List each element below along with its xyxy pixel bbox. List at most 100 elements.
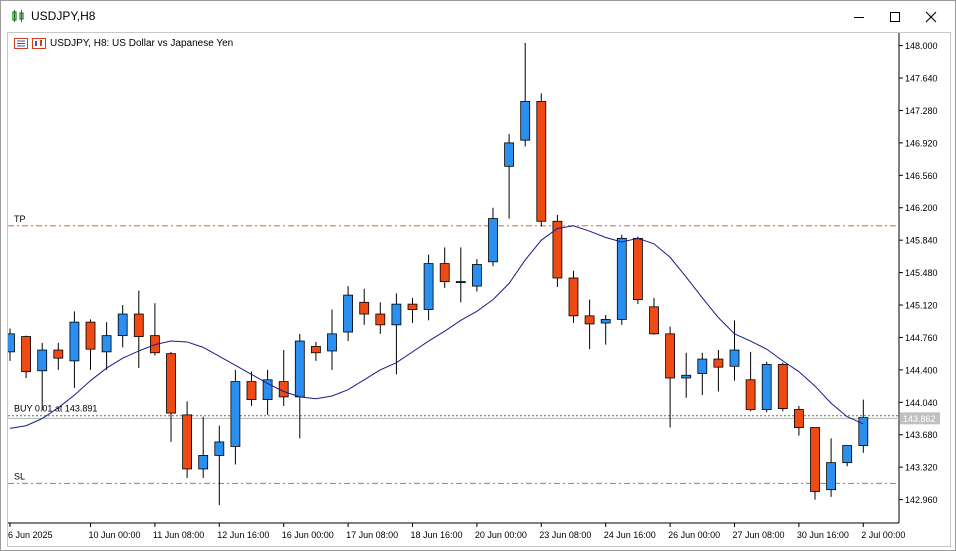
close-icon	[925, 11, 937, 22]
candle-body	[681, 374, 692, 379]
candle-body	[343, 294, 354, 333]
candle-body	[8, 333, 15, 353]
time-tick-label: 24 Jun 16:00	[604, 530, 656, 540]
time-tick-label: 12 Jun 16:00	[217, 530, 269, 540]
candle-body	[665, 333, 675, 379]
price-tick-label: 145.840	[905, 236, 938, 246]
window-title: USDJPY,H8	[31, 9, 96, 23]
candle-body	[777, 364, 788, 410]
candle-body	[649, 306, 659, 335]
time-tick-label: 11 Jun 08:00	[153, 530, 204, 540]
time-tick-label: 17 Jun 08:00	[346, 530, 398, 540]
chart-window-icon[interactable]	[32, 38, 46, 49]
price-tick-label: 143.680	[905, 430, 938, 440]
candle-body	[616, 237, 627, 320]
buy-order-label: BUY 0.01 at 143.891	[14, 404, 97, 414]
chart-app-icon	[12, 10, 24, 22]
time-tick-label: 16 Jun 00:00	[282, 530, 334, 540]
candle-body	[826, 462, 836, 491]
candle-body	[407, 303, 418, 310]
candle-body	[310, 346, 321, 354]
candle-body	[439, 263, 450, 283]
candle-body	[198, 455, 209, 470]
candle-body	[375, 313, 386, 326]
candle-body	[182, 414, 193, 470]
candle-body	[327, 333, 337, 352]
price-chart[interactable]: 148.000 147.640 147.280 146.920 146.560 146.2…	[8, 33, 950, 546]
time-tick-label: 10 Jun 00:00	[89, 530, 141, 540]
chart-symbol-description: USDJPY, H8: US Dollar vs Japanese Yen	[50, 38, 234, 49]
candle-body	[117, 313, 128, 337]
candle-body	[794, 409, 804, 428]
close-button[interactable]	[913, 1, 949, 32]
candle-body	[488, 218, 498, 263]
price-tick-label: 144.760	[905, 333, 938, 343]
time-tick-label: 26 Jun 00:00	[668, 530, 720, 540]
time-tick-label: 20 Jun 00:00	[475, 530, 527, 540]
price-tick-label: 146.920	[905, 138, 938, 148]
candle-body	[294, 340, 305, 398]
candle-body	[69, 321, 80, 362]
candle-body	[278, 381, 289, 398]
candle-body	[391, 303, 402, 326]
trade-list-icon[interactable]	[14, 38, 28, 49]
chart-header: USDJPY, H8: US Dollar vs Japanese Yen	[14, 38, 233, 49]
candle-body	[133, 313, 144, 337]
price-tick-label: 147.640	[905, 74, 938, 84]
candle-body	[858, 417, 869, 446]
price-tick-label: 144.040	[905, 398, 938, 408]
candle-body	[53, 349, 64, 359]
time-tick-label: 27 Jun 08:00	[733, 530, 785, 540]
candle-body	[568, 277, 579, 317]
candle-body	[423, 263, 434, 310]
tp-label: TP	[14, 214, 26, 224]
price-tick-label: 143.320	[905, 463, 938, 473]
candle-body	[520, 101, 531, 141]
candle-body	[262, 379, 273, 400]
current-price-label: 143.862	[903, 414, 936, 424]
candle-body	[37, 349, 48, 372]
price-tick-label: 144.400	[905, 365, 938, 375]
time-tick-label: 23 Jun 08:00	[539, 530, 591, 540]
price-tick-label: 145.120	[905, 301, 938, 311]
minimize-button[interactable]	[841, 1, 877, 32]
candle-body	[246, 381, 257, 400]
minimize-icon	[854, 16, 864, 18]
chart-area[interactable]: 148.000 147.640 147.280 146.920 146.560 146.2…	[7, 32, 951, 547]
candle-body	[552, 220, 563, 279]
title-bar[interactable]: USDJPY,H8	[1, 1, 955, 32]
candle-body	[504, 142, 515, 167]
candle-body	[85, 321, 96, 350]
maximize-button[interactable]	[877, 1, 913, 32]
candle-body	[536, 101, 547, 222]
candle-body	[713, 358, 724, 368]
candle-body	[745, 379, 756, 410]
price-tick-label: 145.480	[905, 268, 938, 278]
time-tick-label: 6 Jun 2025	[8, 530, 53, 540]
time-tick-label: 2 Jul 00:00	[861, 530, 905, 540]
candle-body	[359, 301, 370, 315]
sl-label: SL	[14, 471, 25, 481]
price-tick-label: 146.200	[905, 203, 938, 213]
time-tick-label: 30 Jun 16:00	[797, 530, 849, 540]
candle-body	[214, 441, 225, 456]
candle-body	[697, 358, 708, 374]
terminal-window: USDJPY,H8 148.000 147.640 147.280 146.920 14…	[0, 0, 956, 551]
time-tick-label: 18 Jun 16:00	[411, 530, 463, 540]
price-tick-label: 148.000	[905, 41, 938, 51]
candle-body	[166, 353, 176, 414]
candle-body	[101, 335, 112, 353]
candle-body	[584, 315, 595, 325]
maximize-icon	[890, 11, 900, 22]
price-tick-label: 147.280	[905, 106, 938, 116]
candle-body	[230, 381, 241, 447]
candle-body	[600, 319, 611, 324]
candle-body	[729, 349, 740, 367]
price-tick-label: 142.960	[905, 495, 938, 505]
candle-body	[455, 281, 466, 284]
candle-body	[471, 264, 482, 287]
candle-body	[842, 445, 853, 464]
price-tick-label: 146.560	[905, 171, 938, 181]
candle-body	[21, 336, 32, 373]
candle-body	[761, 364, 772, 410]
